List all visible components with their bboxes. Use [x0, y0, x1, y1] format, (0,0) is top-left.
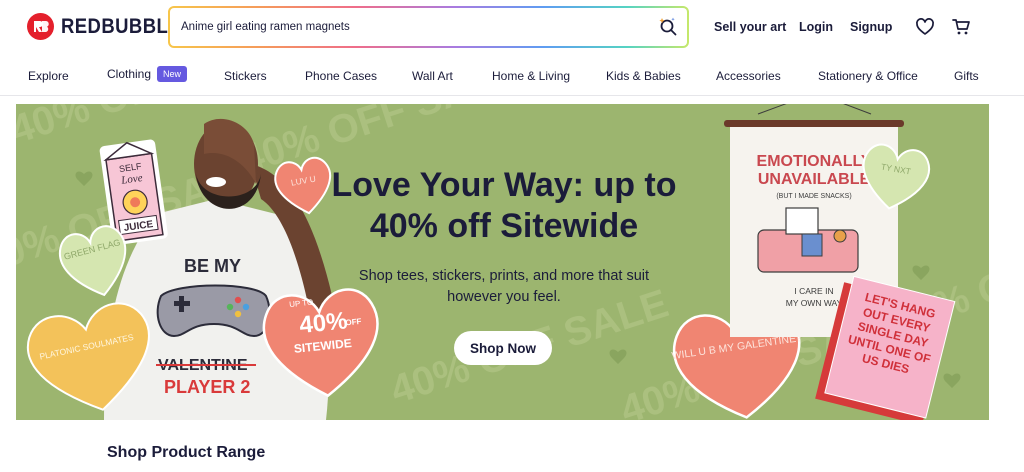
hero-subtitle: Shop tees, stickers, prints, and more th… [358, 268, 650, 305]
nav-item-stickers[interactable]: Stickers [224, 69, 267, 83]
svg-text:40%: 40% [298, 307, 349, 339]
svg-text:UNAVAILABLE: UNAVAILABLE [758, 171, 871, 188]
nav-item-stationery-office[interactable]: Stationery & Office [818, 69, 918, 83]
nav-item-phone-cases[interactable]: Phone Cases [305, 69, 377, 83]
site-header: REDBUBBLE Sell your art Login Signup [0, 0, 1024, 56]
sell-your-art-link[interactable]: Sell your art [714, 20, 786, 34]
cart-icon[interactable] [951, 17, 971, 37]
section-title: Shop Product Range [107, 444, 266, 461]
heart-icon[interactable] [915, 17, 935, 37]
hero-illustration: 40% OFF SALE 40% OFF SALE 40% OFF SALE 4… [16, 104, 989, 420]
search-bar [168, 6, 689, 48]
shirt-text: BE MY [184, 256, 241, 276]
nav-item-gifts[interactable]: Gifts [954, 69, 979, 83]
shirt-text: PLAYER 2 [164, 377, 250, 397]
new-badge: New [157, 66, 188, 82]
nav-item-wall-art[interactable]: Wall Art [412, 69, 453, 83]
svg-text:OFF: OFF [345, 317, 362, 328]
nav-item-explore[interactable]: Explore [28, 69, 69, 83]
small-heart-icon [75, 171, 93, 186]
small-heart-icon [609, 349, 627, 364]
brand-name: REDBUBBLE [61, 14, 181, 38]
svg-text:I CARE IN: I CARE IN [794, 286, 833, 296]
small-heart-icon [912, 265, 930, 280]
shop-now-button[interactable]: Shop Now [454, 331, 552, 365]
nav-item-kids-babies[interactable]: Kids & Babies [606, 69, 681, 83]
nav-item-clothing[interactable]: Clothing New [107, 66, 188, 82]
search-icon[interactable] [657, 16, 679, 38]
hero-title: Love Your Way: up to 40% off Sitewide [331, 166, 677, 245]
category-nav: Explore Clothing New Stickers Phone Cases… [0, 58, 1024, 96]
redbubble-logo-icon [27, 13, 54, 40]
svg-text:EMOTIONALLY: EMOTIONALLY [757, 153, 872, 170]
signup-link[interactable]: Signup [850, 20, 892, 34]
nav-item-accessories[interactable]: Accessories [716, 69, 781, 83]
svg-text:(BUT I MADE SNACKS): (BUT I MADE SNACKS) [776, 193, 851, 200]
login-link[interactable]: Login [799, 20, 833, 34]
search-input[interactable] [181, 21, 641, 33]
nav-item-label: Clothing [107, 67, 152, 81]
small-heart-icon [943, 373, 961, 388]
svg-text:MY OWN WAY: MY OWN WAY [786, 298, 843, 308]
nav-item-home-living[interactable]: Home & Living [492, 69, 570, 83]
hero-banner[interactable]: 40% OFF SALE 40% OFF SALE 40% OFF SALE 4… [16, 104, 989, 420]
